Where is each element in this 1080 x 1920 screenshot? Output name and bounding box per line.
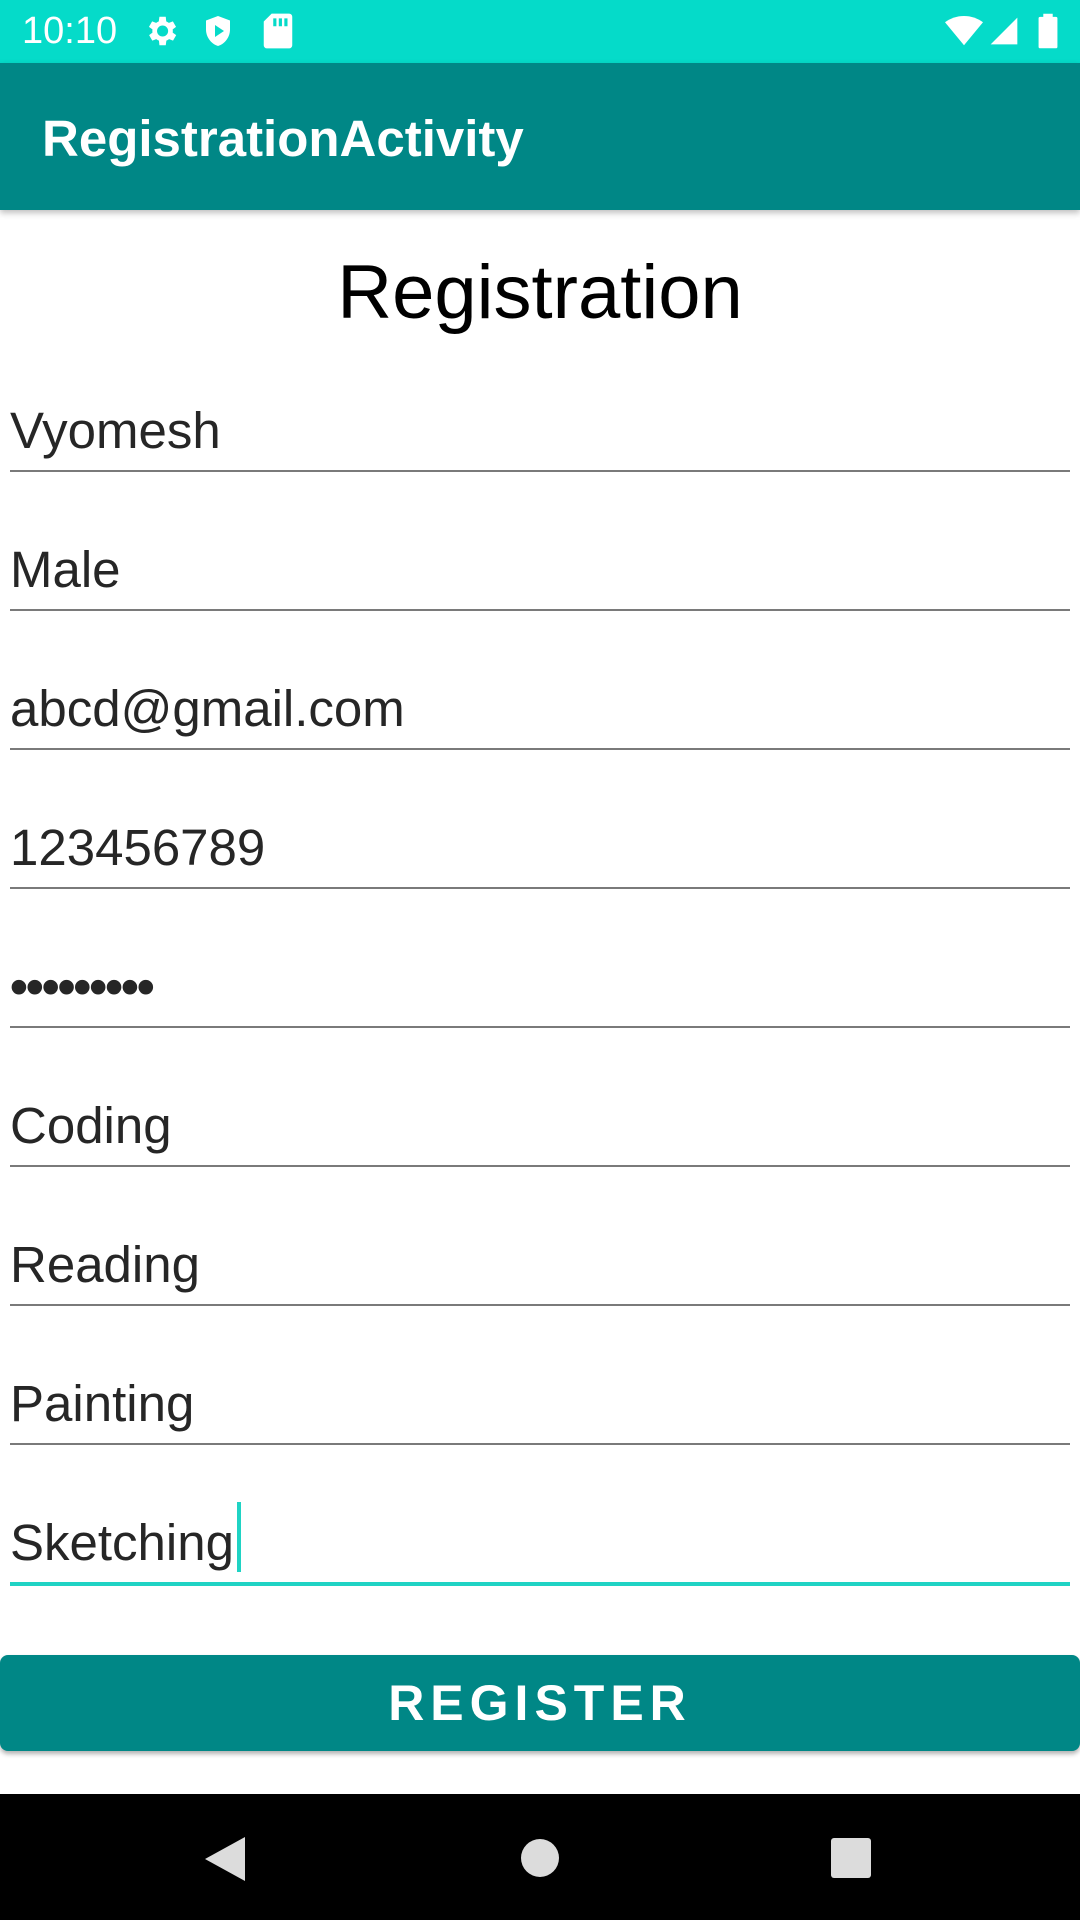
name-field[interactable]: Vyomesh xyxy=(10,400,1070,472)
password-field[interactable]: ••••••••• xyxy=(10,956,1070,1028)
shield-icon xyxy=(200,12,236,55)
home-icon xyxy=(521,1839,559,1877)
back-icon xyxy=(205,1837,245,1881)
cell-signal-icon xyxy=(988,12,1020,55)
hobby-field-2-value: Reading xyxy=(10,1236,200,1293)
recents-icon xyxy=(831,1838,871,1878)
text-cursor xyxy=(236,1502,241,1572)
hobby-field-2[interactable]: Reading xyxy=(10,1234,1070,1306)
hobby-field-3-value: Painting xyxy=(10,1375,195,1432)
status-time: 10:10 xyxy=(22,10,118,52)
app-bar: RegistrationActivity xyxy=(0,63,1080,210)
sd-card-icon xyxy=(262,12,294,55)
name-field-value: Vyomesh xyxy=(10,402,221,459)
gender-field-value: Male xyxy=(10,541,121,598)
battery-icon xyxy=(1037,12,1059,55)
gender-field[interactable]: Male xyxy=(10,539,1070,611)
recents-button[interactable] xyxy=(831,1838,871,1883)
gear-icon xyxy=(142,12,180,55)
phone-field-value: 123456789 xyxy=(10,819,266,876)
register-button[interactable]: REGISTER xyxy=(0,1655,1080,1751)
hobby-field-1-value: Coding xyxy=(10,1097,172,1154)
email-field[interactable]: abcd@gmail.com xyxy=(10,678,1070,750)
back-button[interactable] xyxy=(203,1835,247,1888)
status-bar: 10:10 xyxy=(0,0,1080,63)
home-button[interactable] xyxy=(520,1838,560,1883)
email-field-value: abcd@gmail.com xyxy=(10,680,405,737)
app-title: RegistrationActivity xyxy=(42,110,524,167)
page-title: Registration xyxy=(337,250,743,335)
phone-field[interactable]: 123456789 xyxy=(10,817,1070,889)
wifi-icon xyxy=(944,12,984,55)
hobby-field-1[interactable]: Coding xyxy=(10,1095,1070,1167)
hobby-field-4-value-wrap: Sketching xyxy=(10,1502,241,1572)
hobby-field-3[interactable]: Painting xyxy=(10,1373,1070,1445)
hobby-field-4-value: Sketching xyxy=(10,1514,234,1571)
password-field-value: ••••••••• xyxy=(10,958,155,1015)
hobby-field-4[interactable]: Sketching xyxy=(10,1502,1070,1586)
